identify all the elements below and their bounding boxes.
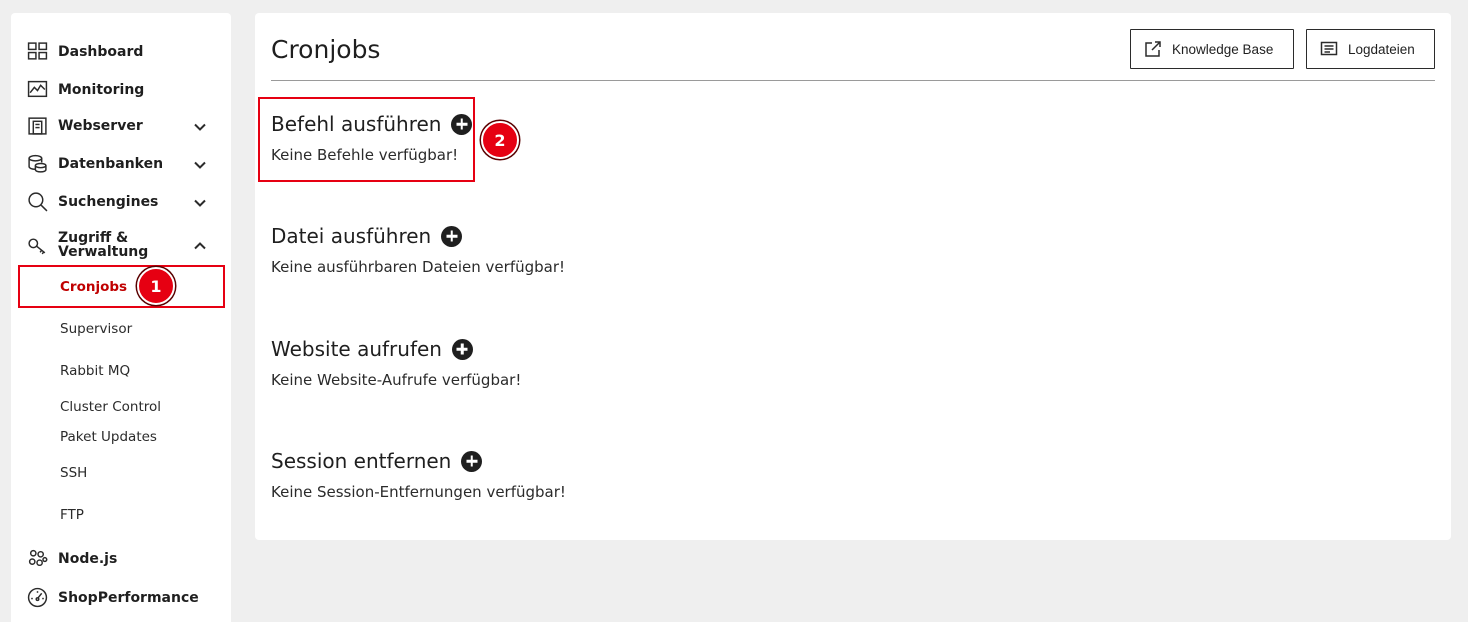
section-session-entfernen: Session entfernen Keine Session-Entfernu… [271, 449, 566, 501]
sidebar-subitem-ftp[interactable]: FTP [60, 507, 84, 523]
chevron-down-icon[interactable] [193, 157, 207, 171]
sidebar-item-label: Datenbanken [58, 155, 164, 172]
external-link-icon [1145, 41, 1161, 57]
sidebar-subitem-paket-updates[interactable]: Paket Updates [60, 429, 157, 445]
gauge-icon [27, 587, 48, 608]
dashboard-icon [27, 41, 48, 62]
add-icon[interactable] [461, 450, 483, 472]
add-icon[interactable] [451, 338, 473, 360]
sidebar-subitem-rabbit-mq[interactable]: Rabbit MQ [60, 363, 130, 379]
sidebar-subitem-supervisor[interactable]: Supervisor [60, 321, 132, 337]
key-icon [27, 235, 48, 256]
sidebar-item-nodejs[interactable]: Node.js [27, 548, 215, 569]
section-empty-text: Keine ausführbaren Dateien verfügbar! [271, 258, 566, 276]
highlight-box-cronjobs [18, 265, 225, 308]
monitoring-icon [27, 79, 48, 100]
sidebar-item-shopperformance[interactable]: ShopPerformance [27, 587, 215, 608]
logdateien-button[interactable]: Logdateien [1306, 29, 1435, 69]
sidebar-item-label: ShopPerformance [58, 589, 199, 606]
nodejs-icon [27, 548, 48, 569]
step-badge-2: 2 [481, 121, 519, 159]
highlight-box-befehl [258, 97, 475, 182]
sidebar-item-label: Monitoring [58, 81, 145, 98]
search-icon [27, 191, 48, 212]
sidebar-item-webserver[interactable]: Webserver [27, 115, 215, 136]
knowledge-base-button[interactable]: Knowledge Base [1130, 29, 1294, 69]
sidebar-item-monitoring[interactable]: Monitoring [27, 79, 215, 100]
sidebar-item-label: Webserver [58, 117, 143, 134]
log-file-icon [1320, 41, 1338, 56]
page-title: Cronjobs [271, 35, 381, 64]
sidebar-item-label: Suchengines [58, 193, 159, 210]
header-divider [271, 80, 1435, 81]
chevron-down-icon[interactable] [193, 195, 207, 209]
chevron-up-icon[interactable] [193, 238, 207, 252]
sidebar-item-zugriff-verwaltung[interactable]: Zugriff & Verwaltung [27, 231, 215, 259]
sidebar-item-dashboard[interactable]: Dashboard [27, 41, 215, 62]
add-icon[interactable] [441, 225, 463, 247]
chevron-down-icon[interactable] [193, 119, 207, 133]
knowledge-base-label: Knowledge Base [1172, 41, 1274, 57]
sidebar-item-label: Dashboard [58, 43, 144, 60]
main-panel: Cronjobs Knowledge Base Logdateien Befeh… [255, 13, 1451, 540]
sidebar: Dashboard Monitoring Webserver Datenbank… [11, 13, 231, 622]
section-datei-ausfuehren: Datei ausführen Keine ausführbaren Datei… [271, 224, 565, 276]
sidebar-item-label: Node.js [58, 550, 118, 567]
sidebar-item-label: Zugriff & Verwaltung [58, 230, 149, 260]
sidebar-subitem-cluster-control[interactable]: Cluster Control [60, 399, 161, 415]
sidebar-item-suchengines[interactable]: Suchengines [27, 191, 215, 212]
section-empty-text: Keine Session-Entfernungen verfügbar! [271, 483, 566, 501]
section-empty-text: Keine Website-Aufrufe verfügbar! [271, 371, 522, 389]
section-title: Session entfernen [271, 449, 452, 473]
section-title: Datei ausführen [271, 224, 432, 248]
section-website-aufrufen: Website aufrufen Keine Website-Aufrufe v… [271, 337, 521, 389]
logdateien-label: Logdateien [1348, 41, 1415, 57]
webserver-icon [27, 115, 48, 136]
sidebar-item-datenbanken[interactable]: Datenbanken [27, 153, 215, 174]
database-icon [27, 153, 48, 174]
section-title: Website aufrufen [271, 337, 442, 361]
step-badge-1: 1 [137, 267, 175, 305]
sidebar-subitem-ssh[interactable]: SSH [60, 465, 87, 481]
